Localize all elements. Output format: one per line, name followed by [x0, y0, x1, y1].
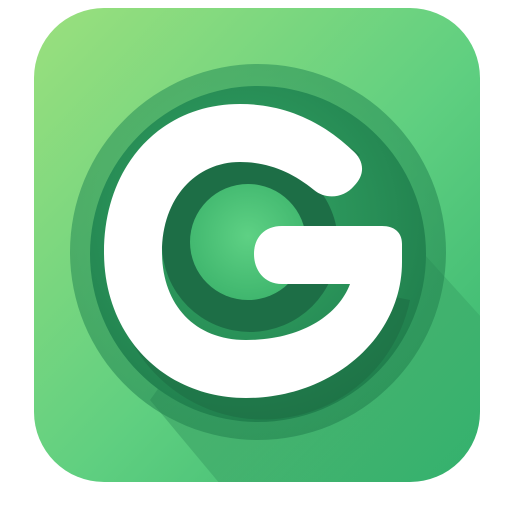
app-icon: G [0, 0, 512, 512]
g-logo-icon: G [0, 0, 512, 512]
